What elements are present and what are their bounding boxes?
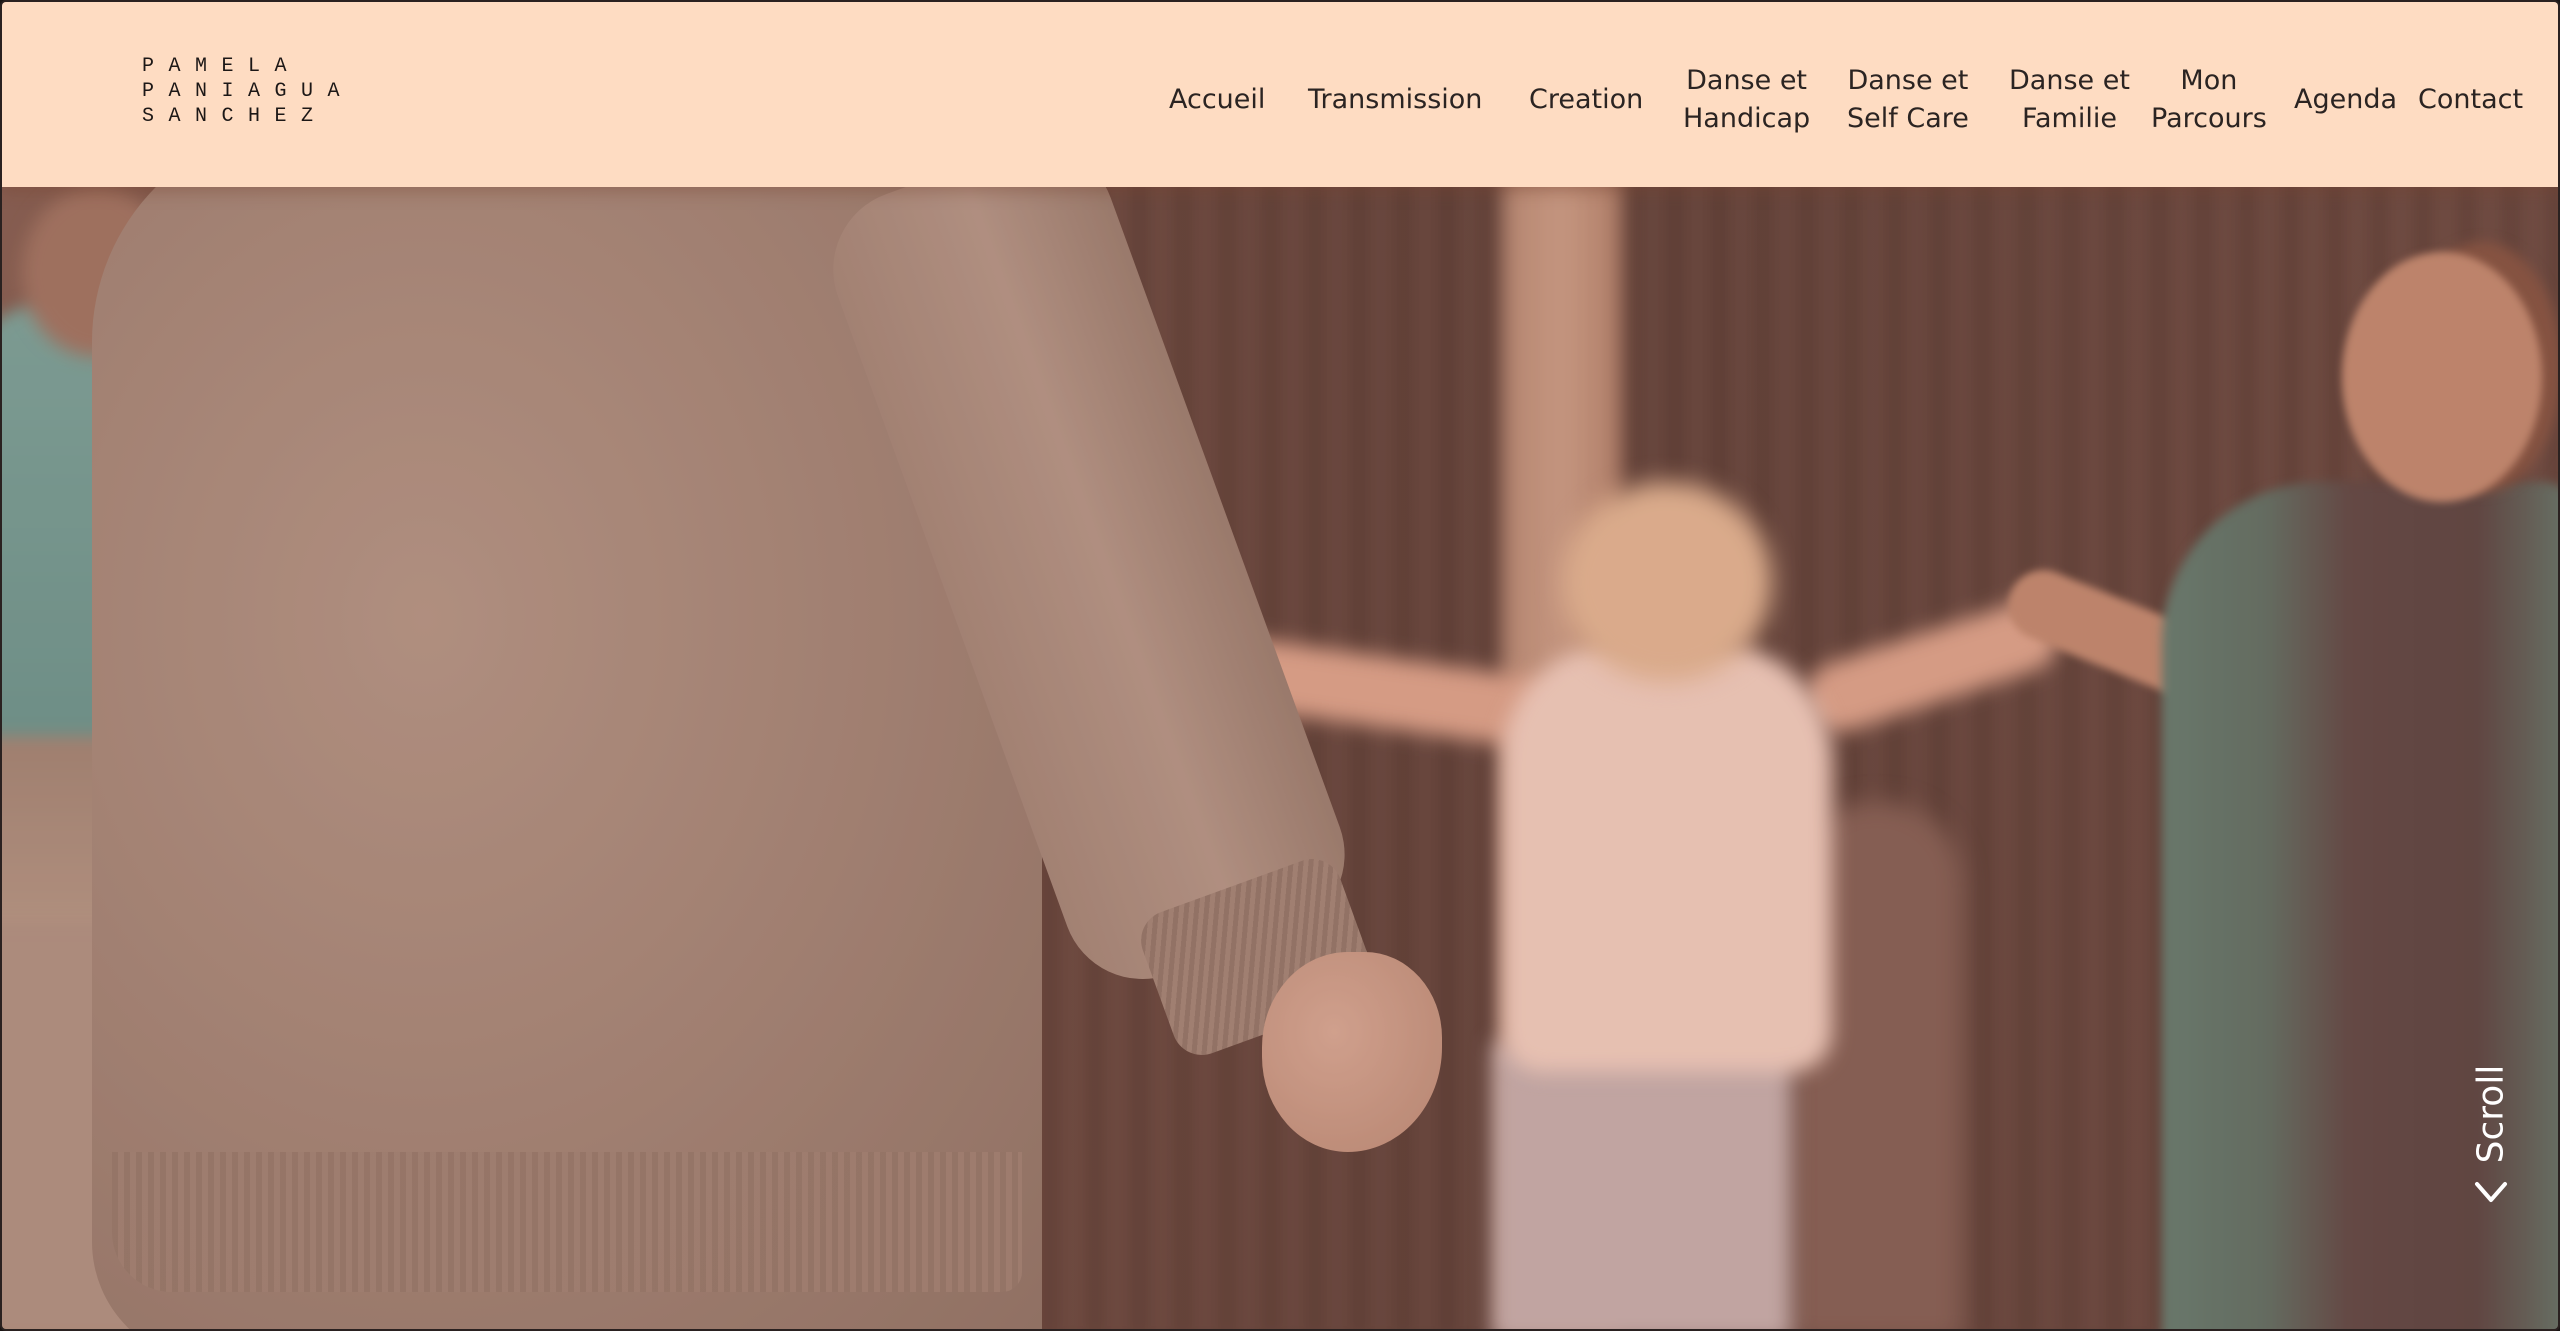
hero-image <box>2 2 2558 1329</box>
nav-danse-handicap[interactable]: Danse et Handicap <box>1683 62 1810 138</box>
nav-transmission[interactable]: Transmission <box>1308 81 1482 119</box>
nav-mon-parcours[interactable]: Mon Parcours <box>2151 62 2267 138</box>
nav-agenda[interactable]: Agenda <box>2294 81 2397 119</box>
nav-danse-familie-line-2: Familie <box>2021 103 2117 134</box>
nav-danse-handicap-line-2: Handicap <box>1683 103 1811 134</box>
nav-danse-self-care[interactable]: Danse et Self Care <box>1847 62 1969 138</box>
logo-line-first-name: PAMELA <box>142 55 302 78</box>
nav-danse-self-care-line-2: Self Care <box>1847 103 1969 134</box>
nav-creation-label: Creation <box>1529 84 1644 115</box>
nav-agenda-label: Agenda <box>2294 84 2398 115</box>
page: PAMELA PANIAGUA SANCHEZ Accueil Transmis… <box>0 0 2560 1331</box>
site-header: PAMELA PANIAGUA SANCHEZ Accueil Transmis… <box>2 2 2558 187</box>
chevron-down-icon <box>2475 1182 2507 1202</box>
nav-accueil[interactable]: Accueil <box>1169 81 1265 119</box>
nav-transmission-label: Transmission <box>1308 84 1483 115</box>
scroll-indicator[interactable]: Scroll <box>2467 1052 2515 1212</box>
scroll-label: Scroll <box>2470 1064 2512 1164</box>
nav-danse-handicap-line-1: Danse et <box>1686 65 1808 96</box>
nav-mon-parcours-line-1: Mon <box>2180 65 2238 96</box>
logo-line-surname-1: PANIAGUA <box>142 80 355 103</box>
site-logo[interactable]: PAMELA PANIAGUA SANCHEZ <box>142 54 342 129</box>
nav-danse-self-care-line-1: Danse et <box>1847 65 1969 96</box>
nav-creation[interactable]: Creation <box>1529 81 1643 119</box>
nav-accueil-label: Accueil <box>1169 84 1266 115</box>
nav-contact-label: Contact <box>2418 84 2524 115</box>
logo-line-surname-2: SANCHEZ <box>142 105 328 128</box>
nav-mon-parcours-line-2: Parcours <box>2151 103 2267 134</box>
nav-danse-familie[interactable]: Danse et Familie <box>2009 62 2130 138</box>
nav-contact[interactable]: Contact <box>2418 81 2523 119</box>
nav-danse-familie-line-1: Danse et <box>2009 65 2130 96</box>
hero-tint-overlay <box>2 2 2558 1329</box>
